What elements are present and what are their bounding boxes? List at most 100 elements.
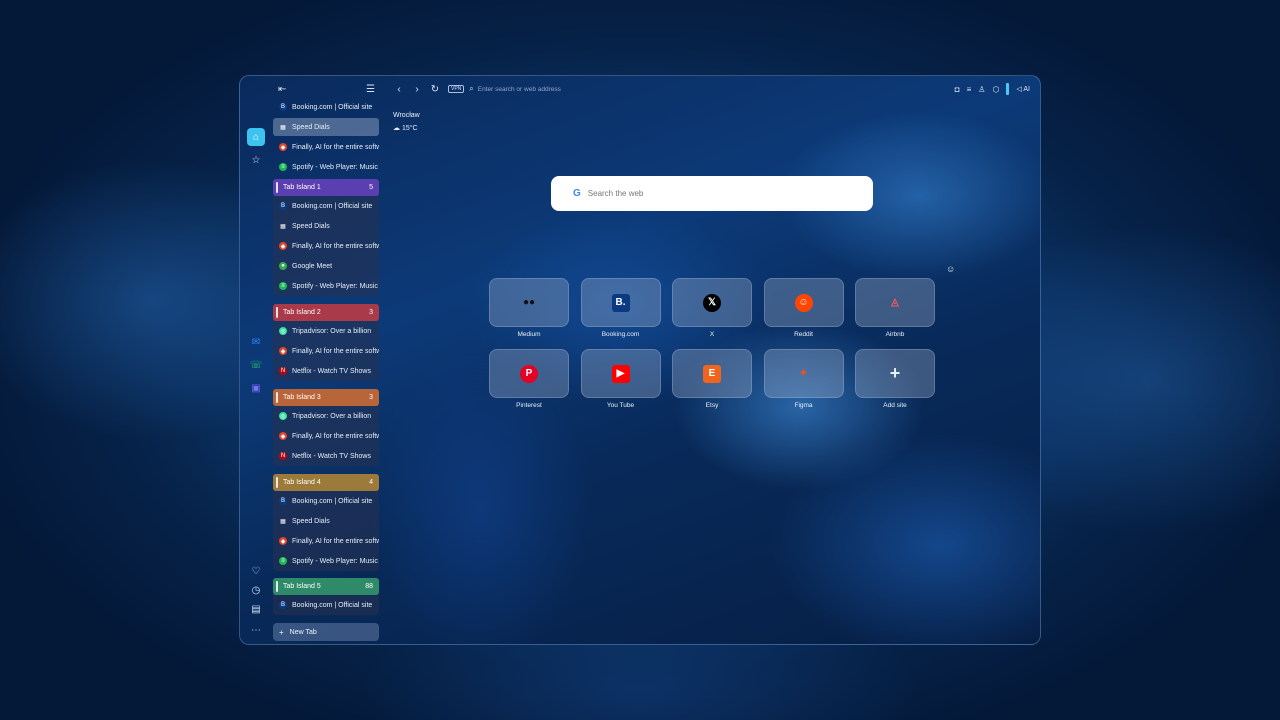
heart-icon[interactable]: ♡	[247, 562, 265, 580]
home-icon[interactable]: ⌂	[247, 128, 265, 146]
tab-favicon-icon: ◎	[279, 327, 287, 335]
tab-title: Speed Dials	[292, 222, 330, 230]
sidebar-tab[interactable]: ◆ Finally, AI for the entire software	[273, 138, 379, 156]
speed-dial-tile[interactable]: ●●	[489, 278, 569, 327]
tab-sidebar: ⇤ ☰ B Booking.com | Official site ▦ Speed D…	[272, 76, 380, 644]
speed-dial-label: Booking.com	[601, 331, 640, 338]
sidebar-tab[interactable]: ▦ Speed Dials	[273, 216, 379, 236]
search-input[interactable]: G Search the web	[551, 176, 873, 211]
speed-dial-label: Figma	[794, 402, 813, 409]
speed-dial-booking-com[interactable]: B. Booking.com	[580, 278, 661, 338]
sidebar-tab[interactable]: ▦ Speed Dials	[273, 118, 379, 136]
whatsapp-icon[interactable]: ☏	[247, 356, 265, 374]
speed-dial-reddit[interactable]: ☺ Reddit	[763, 278, 844, 338]
sidebar-tab[interactable]: N Netflix - Watch TV Shows	[273, 361, 379, 381]
tab-island-header[interactable]: Tab Island 5 88	[273, 578, 379, 595]
profile-icon[interactable]: ♙	[978, 85, 985, 94]
tab-title: Spotify - Web Player: Music	[292, 557, 378, 565]
cloud-sun-icon: ☁	[393, 125, 400, 132]
gift-icon[interactable]: ▤	[247, 600, 265, 618]
ai-button[interactable]: ◁ AI	[1016, 85, 1030, 93]
back-icon[interactable]: ‹	[390, 84, 408, 95]
toolbar: ‹ › ↻ VPN ⌕ Enter search or web address …	[390, 80, 1030, 98]
speed-dial-tile[interactable]: ◬	[855, 278, 935, 327]
tab-island-header[interactable]: Tab Island 3 3	[273, 389, 379, 406]
speed-dial-medium[interactable]: ●● Medium	[489, 278, 569, 338]
site-logo-icon: B.	[611, 293, 630, 312]
speed-dial-tile[interactable]: E	[672, 349, 752, 398]
speed-dial-add-site[interactable]: + Add site	[855, 349, 935, 409]
vpn-badge[interactable]: VPN	[448, 85, 465, 93]
camera-icon[interactable]: ◘	[955, 85, 960, 94]
speed-dial-label: Add site	[883, 402, 907, 409]
messenger-icon[interactable]: ✉	[247, 333, 265, 351]
new-tab-button[interactable]: + New Tab	[273, 623, 379, 641]
forward-icon[interactable]: ›	[408, 84, 426, 95]
extensions-icon[interactable]: ⬡	[992, 85, 999, 94]
tab-island-count: 4	[369, 479, 373, 486]
speed-dial-you-tube[interactable]: ▶ You Tube	[580, 349, 661, 409]
site-logo-icon: ▶	[611, 364, 630, 383]
tab-favicon-icon: ◆	[279, 143, 287, 151]
collapse-sidebar-icon[interactable]: ⇤	[278, 84, 286, 95]
tab-island-name: Tab Island 5	[283, 583, 321, 590]
tab-island-header[interactable]: Tab Island 1 5	[273, 179, 379, 196]
smiley-icon[interactable]: ☺	[946, 264, 955, 274]
speed-dial-tile[interactable]: ✦	[763, 349, 844, 398]
speed-dial-label: Medium	[517, 331, 541, 338]
more-options-icon[interactable]: ⋯	[247, 621, 265, 639]
sidebar-tab[interactable]: ≡ Spotify - Web Player: Music	[273, 158, 379, 176]
browser-window: ⌂ ☆ ✉ ☏ ▣ ♡ ◷ ▤ ⋯ ⇤ ☰ B Booking.com | Off…	[239, 75, 1041, 645]
tab-island-count: 3	[369, 394, 373, 401]
tab-island-header[interactable]: Tab Island 4 4	[273, 474, 379, 491]
weather-widget[interactable]: Wrocław ☁ 15°C	[393, 109, 420, 135]
address-bar[interactable]: Enter search or web address	[478, 86, 561, 93]
speed-dial-tile[interactable]: 𝕏	[672, 278, 752, 327]
tab-title: Netflix - Watch TV Shows	[292, 367, 371, 375]
sidebar-tab[interactable]: ◆ Finally, AI for the entire software	[273, 426, 379, 446]
tab-title: Finally, AI for the entire software	[292, 242, 379, 250]
speed-dial-airbnb[interactable]: ◬ Airbnb	[855, 278, 935, 338]
site-logo-icon: P	[520, 364, 538, 383]
sidebar-tab[interactable]: ● Google Meet	[273, 256, 379, 276]
tab-title: Finally, AI for the entire software	[292, 537, 379, 545]
sidebar-tab[interactable]: ≡ Spotify - Web Player: Music	[273, 276, 379, 296]
sidebar-tab[interactable]: ◆ Finally, AI for the entire software	[273, 531, 379, 551]
speed-dial-x[interactable]: 𝕏X	[672, 278, 752, 338]
ai-icon: ◁	[1016, 86, 1022, 93]
site-logo-icon: ●●	[522, 297, 536, 308]
sidebar-tab[interactable]: ◎ Tripadvisor: Over a billion	[273, 321, 379, 341]
tab-island-header[interactable]: Tab Island 2 3	[273, 304, 379, 321]
tab-title: Booking.com | Official site	[292, 497, 373, 505]
tab-search-icon[interactable]: ☰	[366, 84, 375, 95]
bookmarks-star-icon[interactable]: ☆	[247, 151, 265, 169]
sidebar-tab[interactable]: ≡ Spotify - Web Player: Music	[273, 551, 379, 571]
sidebar-tab[interactable]: B Booking.com | Official site	[273, 98, 379, 116]
speed-dial-tile[interactable]: +	[855, 349, 935, 398]
menu-lines-icon[interactable]: ≡	[967, 85, 972, 94]
speed-dial-tile[interactable]: ▶	[580, 349, 661, 398]
tab-island-name: Tab Island 4	[283, 479, 321, 486]
sidebar-tab[interactable]: B Booking.com | Official site	[273, 196, 379, 216]
speed-dial-etsy[interactable]: E Etsy	[672, 349, 752, 409]
speed-dial-tile[interactable]: ☺	[763, 278, 844, 327]
player-icon[interactable]: ▣	[247, 379, 265, 397]
sidebar-tab[interactable]: ◎ Tripadvisor: Over a billion	[273, 406, 379, 426]
speed-dial-figma[interactable]: ✦ Figma	[763, 349, 844, 409]
history-clock-icon[interactable]: ◷	[247, 581, 265, 599]
sidebar-tab[interactable]: ◆ Finally, AI for the entire software	[273, 236, 379, 256]
sidebar-tab[interactable]: N Netflix - Watch TV Shows	[273, 446, 379, 466]
tab-island: Tab Island 4 4 B Booking.com | Official sit…	[273, 474, 379, 571]
sidebar-tab[interactable]: B Booking.com | Official site	[273, 491, 379, 511]
sidebar-tab[interactable]: ◆ Finally, AI for the entire software	[273, 341, 379, 361]
weather-city: Wrocław	[393, 112, 420, 119]
speed-dial-pinterest[interactable]: P Pinterest	[489, 349, 569, 409]
reload-icon[interactable]: ↻	[426, 84, 444, 95]
sidebar-tab[interactable]: ▦ Speed Dials	[273, 511, 379, 531]
speed-dial-tile[interactable]: P	[489, 349, 569, 398]
speed-dial-tile[interactable]: B.	[580, 278, 661, 327]
site-logo-icon: ☺	[794, 293, 813, 312]
speed-dial-label: Airbnb	[885, 331, 905, 338]
speed-dial-label: Reddit	[794, 331, 813, 338]
sidebar-tab[interactable]: B Booking.com | Official site	[273, 595, 379, 615]
